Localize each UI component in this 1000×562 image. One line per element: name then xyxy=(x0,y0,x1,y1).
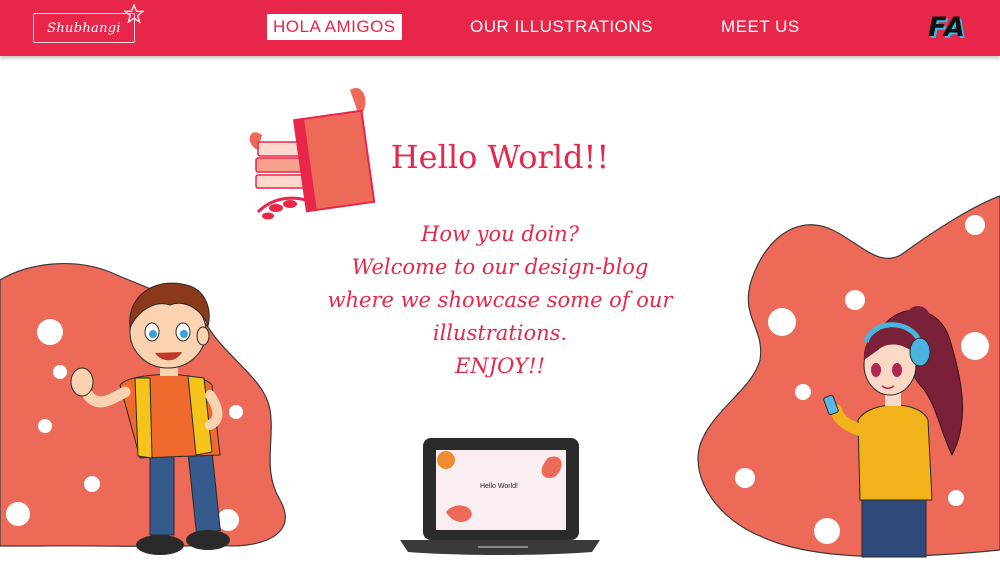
intro-line: Welcome to our design-blog xyxy=(351,255,649,279)
laptop-screen-text: Hello World! xyxy=(480,483,518,490)
intro-line: ENJOY!! xyxy=(454,354,546,378)
intro-line: illustrations. xyxy=(432,321,568,345)
intro-line: How you doin? xyxy=(421,222,579,246)
hero-intro: How you doin? Welcome to our design-blog… xyxy=(320,218,680,383)
laptop-icon xyxy=(400,438,600,555)
books-icon xyxy=(249,88,376,220)
intro-line: where we showcase some of our xyxy=(327,288,673,312)
hero-title: Hello World!! xyxy=(390,138,610,176)
